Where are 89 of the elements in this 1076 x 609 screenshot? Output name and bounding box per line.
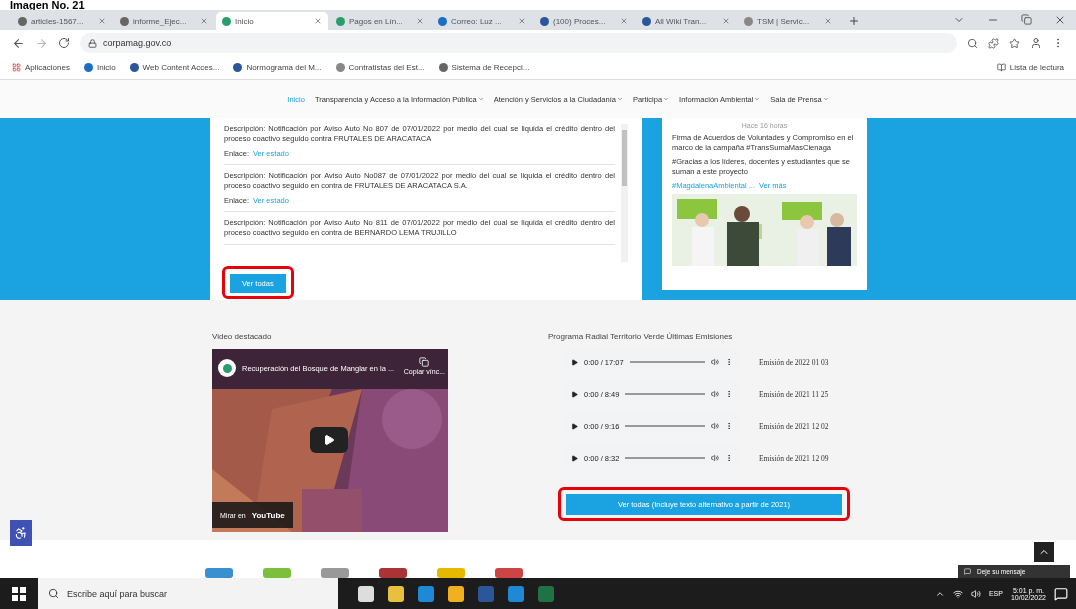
play-icon bbox=[571, 358, 578, 366]
close-tab-icon[interactable] bbox=[620, 17, 628, 25]
caret-icon bbox=[477, 96, 484, 102]
taskbar-app-icon[interactable] bbox=[358, 585, 374, 602]
play-icon bbox=[323, 434, 335, 446]
play-icon bbox=[571, 454, 578, 462]
site-icon bbox=[129, 63, 139, 72]
scroll-top-button[interactable] bbox=[1034, 542, 1054, 562]
more-icon bbox=[725, 390, 733, 398]
logo-icon[interactable] bbox=[379, 568, 407, 578]
lock-icon bbox=[88, 38, 97, 48]
browser-tab[interactable]: TSM | Servic... bbox=[738, 12, 838, 30]
site-icon bbox=[18, 16, 27, 26]
volume-icon[interactable] bbox=[970, 588, 981, 599]
reading-list[interactable]: Lista de lectura bbox=[996, 63, 1064, 72]
browser-tab[interactable]: informe_Ejec... bbox=[114, 12, 214, 30]
search-icon bbox=[48, 588, 59, 599]
close-tab-icon[interactable] bbox=[98, 17, 106, 25]
wifi-icon[interactable] bbox=[952, 588, 963, 599]
back-icon[interactable] bbox=[12, 36, 25, 50]
book-icon bbox=[996, 63, 1006, 72]
site-icon bbox=[120, 16, 129, 26]
profile-icon[interactable] bbox=[1030, 37, 1042, 49]
taskbar-search-field[interactable]: Escribe aquí para buscar bbox=[38, 578, 338, 609]
puzzle-icon[interactable] bbox=[988, 37, 999, 49]
site-icon bbox=[336, 16, 345, 26]
caption: Imagen No. 21 bbox=[9, 0, 86, 10]
search-icon[interactable] bbox=[967, 37, 978, 49]
bookmark[interactable]: Aplicaciones bbox=[12, 63, 70, 72]
close-tab-icon[interactable] bbox=[824, 17, 832, 25]
close-tab-icon[interactable] bbox=[314, 17, 322, 25]
bookmark[interactable]: Normograma del M... bbox=[233, 63, 322, 72]
site-icon bbox=[83, 63, 93, 72]
site-icon bbox=[438, 16, 447, 26]
taskbar-app-icon[interactable] bbox=[448, 585, 464, 602]
close-tab-icon[interactable] bbox=[200, 17, 208, 25]
volume-icon bbox=[711, 390, 719, 398]
site-icon bbox=[222, 363, 232, 373]
new-tab-icon[interactable] bbox=[848, 15, 860, 27]
site-icon bbox=[222, 16, 231, 26]
volume-icon bbox=[711, 422, 719, 430]
restore-icon[interactable] bbox=[1021, 14, 1032, 25]
site-icon bbox=[438, 63, 448, 72]
play-button[interactable] bbox=[310, 427, 348, 453]
more-icon bbox=[725, 454, 733, 462]
chat-icon bbox=[964, 568, 971, 575]
reload-icon[interactable] bbox=[58, 37, 70, 49]
notification-icon[interactable] bbox=[1054, 586, 1068, 601]
accessibility-icon bbox=[14, 526, 28, 540]
play-icon bbox=[571, 390, 578, 398]
site-icon bbox=[642, 16, 651, 26]
star-icon[interactable] bbox=[1009, 37, 1020, 49]
scrollbar[interactable] bbox=[621, 124, 628, 262]
more-icon bbox=[725, 358, 733, 366]
site-icon bbox=[335, 63, 345, 72]
section-heading: Programa Radial Territorio Verde Últimas Emisiones bbox=[548, 332, 734, 341]
windows-icon[interactable] bbox=[12, 586, 26, 601]
taskbar-app-icon[interactable] bbox=[388, 585, 404, 602]
address-field[interactable]: corpamag.gov.co bbox=[80, 33, 957, 53]
bookmark[interactable]: Web Content Acces... bbox=[129, 63, 220, 72]
caret-icon bbox=[616, 96, 623, 102]
browser-tab[interactable]: Correo: Luz ... bbox=[432, 12, 532, 30]
caret-icon bbox=[822, 96, 829, 102]
forward-icon[interactable] bbox=[35, 36, 48, 50]
grid-icon bbox=[12, 63, 21, 72]
bookmark[interactable]: Sistema de Recepci... bbox=[438, 63, 530, 72]
bookmark[interactable]: Contratistas del Est... bbox=[335, 63, 425, 72]
browser-tab[interactable]: Pagos en Lín... bbox=[330, 12, 430, 30]
volume-icon bbox=[711, 358, 719, 366]
browser-tab[interactable]: All Wiki Tran... bbox=[636, 12, 736, 30]
site-icon bbox=[744, 16, 753, 26]
browser-tab[interactable]: articles-1567... bbox=[12, 12, 112, 30]
browser-tab[interactable]: Inicio bbox=[216, 12, 328, 30]
more-icon bbox=[725, 422, 733, 430]
site-icon bbox=[540, 16, 549, 26]
close-tab-icon[interactable] bbox=[722, 17, 730, 25]
accessibility-button[interactable] bbox=[10, 520, 32, 546]
close-tab-icon[interactable] bbox=[518, 17, 526, 25]
close-tab-icon[interactable] bbox=[416, 17, 424, 25]
copy-icon bbox=[419, 357, 430, 367]
bookmark[interactable]: Inicio bbox=[83, 63, 116, 72]
close-icon[interactable] bbox=[1054, 14, 1066, 26]
site-icon bbox=[233, 63, 243, 72]
browser-tab[interactable]: (100) Proces... bbox=[534, 12, 634, 30]
caret-icon bbox=[663, 96, 670, 102]
volume-icon bbox=[711, 454, 719, 462]
play-icon bbox=[571, 422, 578, 430]
caret-icon bbox=[754, 96, 761, 102]
section-heading: Video destacado bbox=[212, 332, 273, 341]
